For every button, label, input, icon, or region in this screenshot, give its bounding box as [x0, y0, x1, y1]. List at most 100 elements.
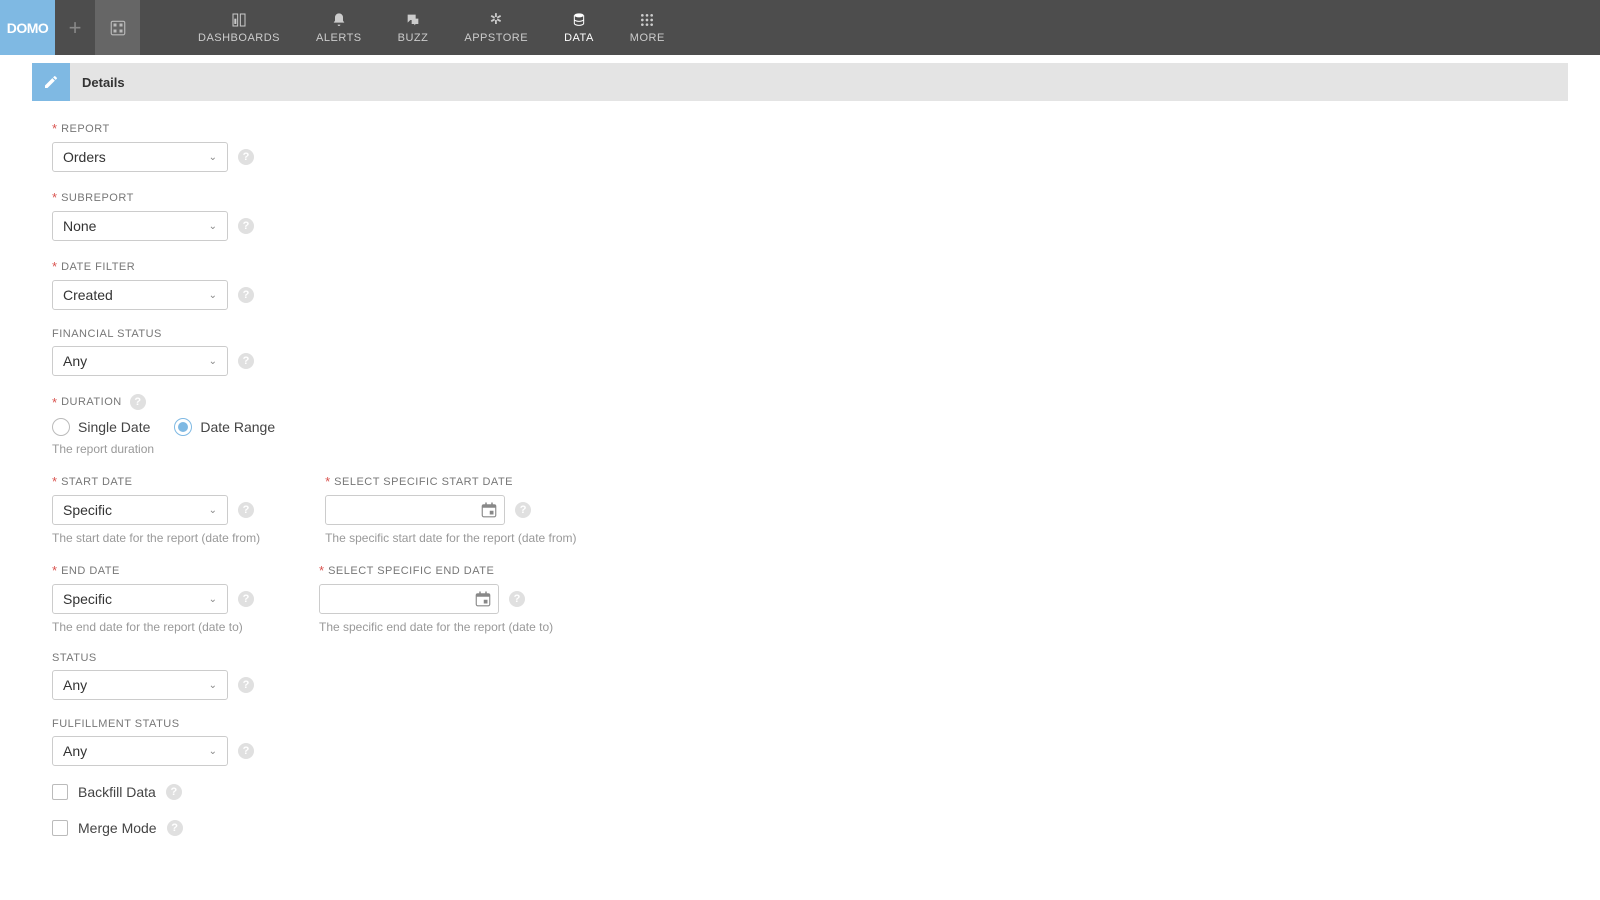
field-end-date: *END DATE Specific ⌄ ? The end date for …: [52, 563, 254, 634]
start-date-label: START DATE: [61, 476, 132, 488]
merge-checkbox[interactable]: [52, 820, 68, 836]
calendar-icon: [478, 499, 500, 521]
field-financial-status: FINANCIAL STATUS Any ⌄ ?: [52, 328, 1548, 376]
fulfillment-status-select[interactable]: Any ⌄: [52, 736, 228, 766]
radio-single-date[interactable]: Single Date: [52, 418, 150, 436]
financial-status-label: FINANCIAL STATUS: [52, 328, 162, 340]
nav-label: BUZZ: [398, 32, 429, 44]
nav-label: DATA: [564, 32, 594, 44]
select-value: None: [63, 218, 96, 234]
subreport-select[interactable]: None ⌄: [52, 211, 228, 241]
chevron-down-icon: ⌄: [209, 290, 217, 301]
radio-label: Date Range: [200, 419, 275, 435]
field-specific-end-date: *SELECT SPECIFIC END DATE ? The specific…: [319, 563, 553, 634]
specific-end-hint: The specific end date for the report (da…: [319, 620, 553, 634]
chevron-down-icon: ⌄: [209, 594, 217, 605]
field-status: STATUS Any ⌄ ?: [52, 652, 1548, 700]
nav-buzz[interactable]: BUZZ: [380, 0, 447, 55]
page-title: Details: [70, 63, 125, 101]
calendar-icon: [472, 588, 494, 610]
dashboards-icon: [231, 12, 247, 28]
select-value: Specific: [63, 591, 112, 607]
help-icon[interactable]: ?: [130, 394, 146, 410]
help-icon[interactable]: ?: [509, 591, 525, 607]
specific-start-input[interactable]: [325, 495, 505, 525]
help-icon[interactable]: ?: [238, 502, 254, 518]
help-icon[interactable]: ?: [238, 677, 254, 693]
nav-appstore[interactable]: ✲ APPSTORE: [446, 0, 546, 55]
nav-label: DASHBOARDS: [198, 32, 280, 44]
end-date-select[interactable]: Specific ⌄: [52, 584, 228, 614]
select-value: Any: [63, 677, 87, 693]
nav-data[interactable]: DATA: [546, 0, 612, 55]
date-filter-select[interactable]: Created ⌄: [52, 280, 228, 310]
grid-icon: [639, 12, 655, 28]
select-value: Any: [63, 743, 87, 759]
chevron-down-icon: ⌄: [209, 746, 217, 757]
help-icon[interactable]: ?: [238, 149, 254, 165]
field-backfill-data: Backfill Data ?: [52, 784, 1548, 800]
backfill-label: Backfill Data: [78, 784, 156, 800]
radio-label: Single Date: [78, 419, 150, 435]
specific-end-input[interactable]: [319, 584, 499, 614]
radio-icon: [174, 418, 192, 436]
help-icon[interactable]: ?: [238, 591, 254, 607]
select-value: Specific: [63, 502, 112, 518]
help-icon[interactable]: ?: [238, 218, 254, 234]
report-label: REPORT: [61, 123, 110, 135]
chevron-down-icon: ⌄: [209, 505, 217, 516]
pencil-icon: [32, 63, 70, 101]
chevron-down-icon: ⌄: [209, 680, 217, 691]
help-icon[interactable]: ?: [238, 287, 254, 303]
radio-date-range[interactable]: Date Range: [174, 418, 275, 436]
help-icon[interactable]: ?: [167, 820, 183, 836]
nav-label: ALERTS: [316, 32, 362, 44]
field-merge-mode: Merge Mode ?: [52, 820, 1548, 836]
help-icon[interactable]: ?: [238, 743, 254, 759]
subreport-label: SUBREPORT: [61, 192, 134, 204]
fulfillment-status-label: FULFILLMENT STATUS: [52, 718, 180, 730]
backfill-checkbox[interactable]: [52, 784, 68, 800]
field-fulfillment-status: FULFILLMENT STATUS Any ⌄ ?: [52, 718, 1548, 766]
nav-more[interactable]: MORE: [612, 0, 683, 55]
page-header: Details: [32, 63, 1568, 101]
field-duration: *DURATION? Single Date Date Range The re…: [52, 394, 1548, 456]
help-icon[interactable]: ?: [166, 784, 182, 800]
field-subreport: *SUBREPORT None ⌄ ?: [52, 190, 1548, 241]
report-select[interactable]: Orders ⌄: [52, 142, 228, 172]
start-date-select[interactable]: Specific ⌄: [52, 495, 228, 525]
select-value: Orders: [63, 149, 106, 165]
field-date-filter: *DATE FILTER Created ⌄ ?: [52, 259, 1548, 310]
date-filter-label: DATE FILTER: [61, 261, 135, 273]
bell-icon: [331, 12, 347, 28]
field-specific-start-date: *SELECT SPECIFIC START DATE ? The specif…: [325, 474, 576, 545]
select-value: Any: [63, 353, 87, 369]
brand-logo[interactable]: DOMO: [0, 0, 55, 55]
nav-alerts[interactable]: ALERTS: [298, 0, 380, 55]
chat-icon: [405, 12, 421, 28]
duration-label: DURATION: [61, 396, 122, 408]
radio-icon: [52, 418, 70, 436]
chevron-down-icon: ⌄: [209, 356, 217, 367]
nav-dashboards[interactable]: DASHBOARDS: [180, 0, 298, 55]
specific-start-hint: The specific start date for the report (…: [325, 531, 576, 545]
add-button[interactable]: +: [55, 0, 95, 55]
select-value: Created: [63, 287, 113, 303]
specific-end-label: SELECT SPECIFIC END DATE: [328, 565, 494, 577]
specific-start-label: SELECT SPECIFIC START DATE: [334, 476, 513, 488]
details-form: *REPORT Orders ⌄ ? *SUBREPORT None ⌄ ? *…: [0, 101, 1600, 896]
financial-status-select[interactable]: Any ⌄: [52, 346, 228, 376]
appstore-icon: ✲: [488, 12, 504, 28]
field-report: *REPORT Orders ⌄ ?: [52, 121, 1548, 172]
status-select[interactable]: Any ⌄: [52, 670, 228, 700]
database-icon: [571, 12, 587, 28]
status-label: STATUS: [52, 652, 97, 664]
merge-label: Merge Mode: [78, 820, 157, 836]
help-icon[interactable]: ?: [515, 502, 531, 518]
duration-hint: The report duration: [52, 442, 1548, 456]
card-icon[interactable]: [95, 0, 140, 55]
help-icon[interactable]: ?: [238, 353, 254, 369]
chevron-down-icon: ⌄: [209, 152, 217, 163]
end-date-hint: The end date for the report (date to): [52, 620, 254, 634]
chevron-down-icon: ⌄: [209, 221, 217, 232]
